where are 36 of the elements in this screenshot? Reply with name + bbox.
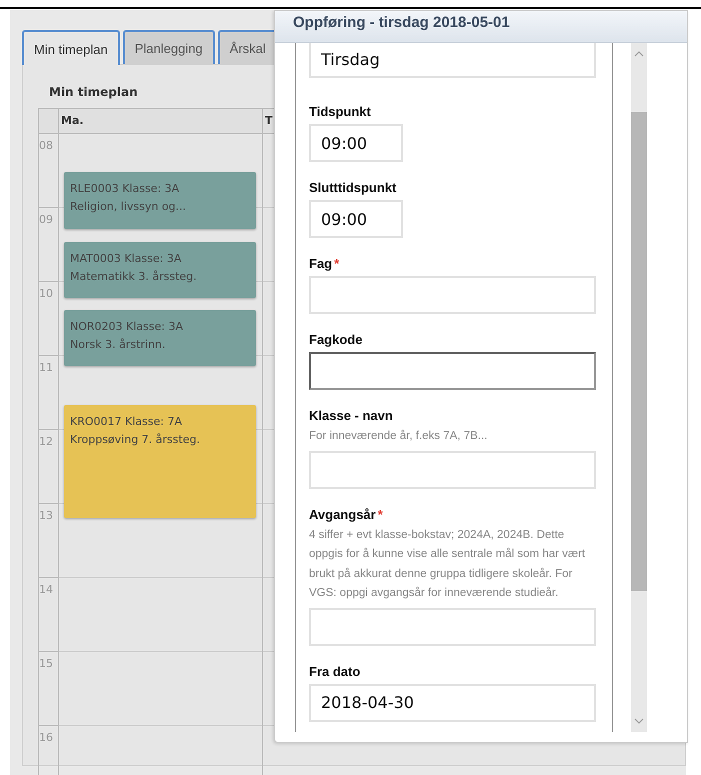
hour-label: 08: [39, 139, 53, 152]
help-text: 4 siffer + evt klasse-bokstav; 2024A, 2024B. Dette oppgis for å kunne vise alle sentrale mål som har vært brukt på akkurat denne gruppa tidligere skoleår. For VGS: oppgi avgangsår for inneværende studieår.: [309, 528, 586, 601]
field-label: Avgangsår: [309, 506, 376, 522]
hour-label: 10: [39, 287, 53, 300]
hour-label: 09: [39, 213, 53, 226]
input-field[interactable]: [309, 352, 596, 390]
lesson-event[interactable]: MAT0003 Klasse: 3A Matematikk 3. årssteg.: [64, 242, 256, 298]
hour-label: 14: [39, 583, 53, 596]
lesson-event[interactable]: NOR0203 Klasse: 3A Norsk 3. årstrinn.: [64, 310, 256, 366]
field-label: Fagkode: [309, 332, 362, 347]
hour-label: 11: [39, 361, 53, 374]
field-label: Fag: [309, 256, 332, 271]
hour-label: 15: [39, 657, 53, 670]
field-label: Slutttidspunkt: [309, 180, 396, 195]
field-label: Klasse - navn: [309, 408, 393, 423]
scroll-down-icon[interactable]: [634, 718, 644, 724]
input-field[interactable]: 2018-04-30: [309, 684, 596, 722]
required-mark: *: [334, 256, 340, 271]
hour-label: 16: [39, 731, 53, 744]
required-mark: *: [378, 506, 383, 522]
input-field[interactable]: Tirsdag: [309, 43, 596, 78]
dialog-title: Oppføring - tirsdag 2018-05-01: [293, 14, 510, 31]
help-text: For inneværende år, f.eks 7A, 7B...: [309, 428, 488, 444]
lesson-event[interactable]: RLE0003 Klasse: 3A Religion, livssyn og...: [64, 172, 256, 229]
schedule-title: Min timeplan: [48, 84, 139, 101]
tab[interactable]: Min timeplan: [22, 30, 120, 65]
input-field[interactable]: 09:00: [309, 124, 403, 162]
column-header: Ma.: [59, 109, 263, 133]
lesson-event[interactable]: KRO0017 Klasse: 7A Kroppsøving 7. årssteg.: [64, 405, 256, 518]
input-field[interactable]: 09:00: [309, 200, 403, 238]
scroll-up-icon[interactable]: [634, 51, 644, 57]
field-label: Fra dato: [309, 664, 360, 678]
hour-label: 13: [39, 509, 53, 522]
scrollbar[interactable]: [631, 43, 647, 732]
tab[interactable]: Planlegging: [122, 30, 215, 64]
hour-label: 12: [39, 435, 53, 448]
